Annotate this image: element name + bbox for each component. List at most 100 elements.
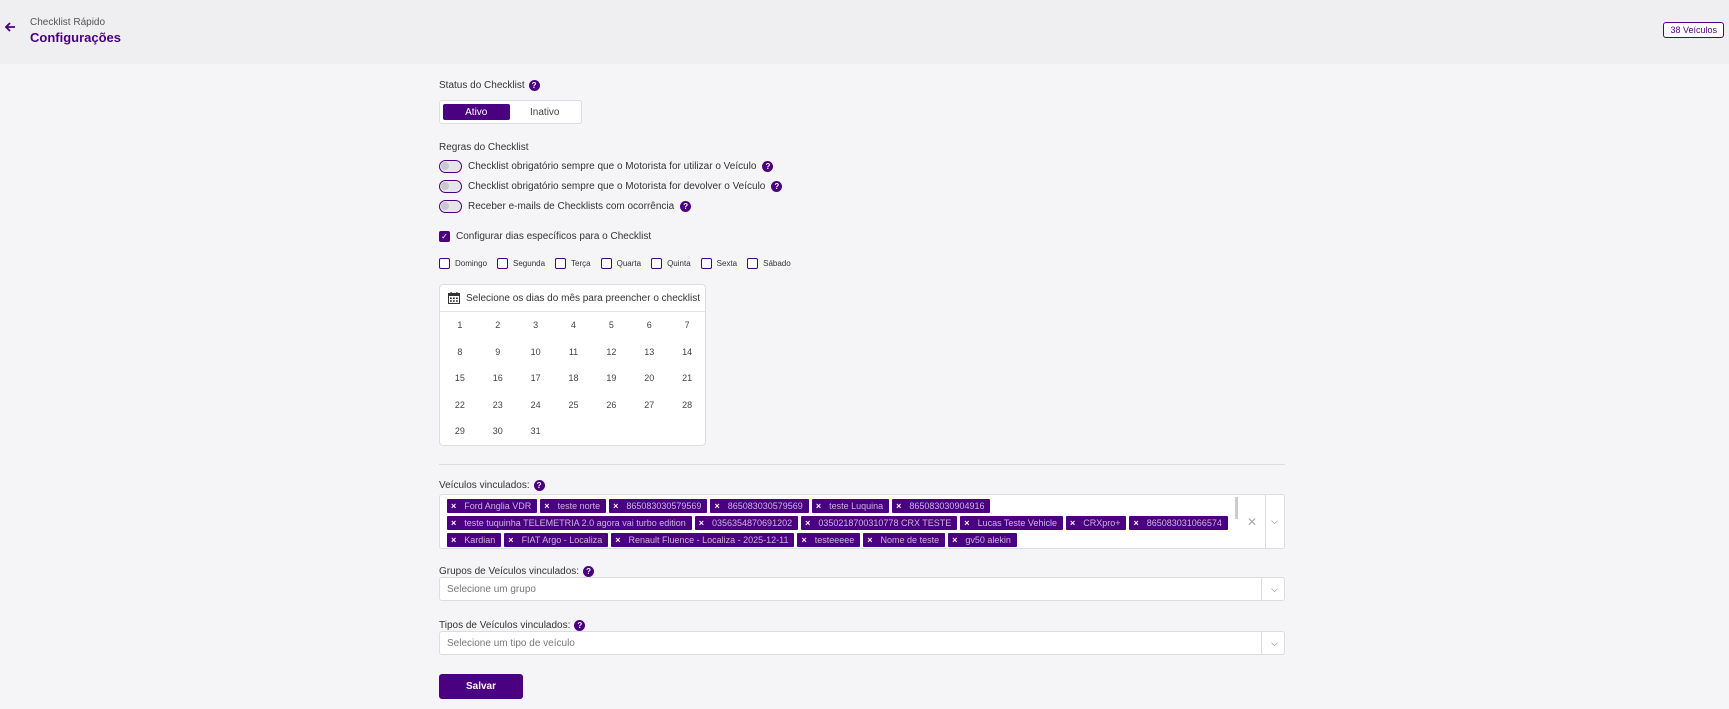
remove-chip-icon[interactable]: × <box>451 535 456 545</box>
rule-emails: Receber e-mails de Checklists com ocorrê… <box>439 200 692 213</box>
back-arrow-icon[interactable] <box>3 20 17 34</box>
remove-chip-icon[interactable]: × <box>816 501 821 511</box>
calendar-day[interactable]: 23 <box>479 392 517 419</box>
types-section-label: Tipos de Veículos vinculados: ? <box>439 620 586 631</box>
chevron-down-icon[interactable]: ⌵ <box>1271 584 1278 595</box>
vehicle-chip-label: CRXpro+ <box>1083 518 1121 528</box>
help-icon[interactable]: ? <box>762 161 774 172</box>
rule-use-toggle[interactable] <box>439 160 462 173</box>
rule-emails-toggle[interactable] <box>439 200 462 213</box>
weekday-wednesday[interactable]: Quarta <box>600 258 642 269</box>
vehicle-chip: × 0356354870691202 <box>694 516 799 530</box>
weekday-checkbox[interactable] <box>700 258 712 269</box>
status-option-active[interactable]: Ativo <box>443 104 510 120</box>
weekday-checkbox[interactable] <box>651 258 663 269</box>
weekday-checkbox[interactable] <box>555 258 567 269</box>
remove-chip-icon[interactable]: × <box>1070 518 1075 528</box>
remove-chip-icon[interactable]: × <box>451 518 456 528</box>
calendar-day[interactable]: 28 <box>668 392 706 419</box>
chevron-down-icon[interactable]: ⌵ <box>1271 516 1278 527</box>
types-select[interactable]: Selecione um tipo de veículo ⌵ <box>439 631 1285 655</box>
calendar-day[interactable]: 11 <box>555 339 593 366</box>
specific-days-label: Configurar dias específicos para o Check… <box>456 231 652 242</box>
save-button[interactable]: Salvar <box>439 674 523 699</box>
help-icon[interactable]: ? <box>528 80 540 91</box>
weekday-checkbox[interactable] <box>439 258 450 269</box>
remove-chip-icon[interactable]: × <box>952 535 957 545</box>
rule-return-vehicle: Checklist obrigatório sempre que o Motor… <box>439 180 783 193</box>
calendar-day[interactable]: 20 <box>630 365 668 392</box>
calendar-day-grid: 1 2 3 4 5 6 7 8 9 10 11 12 13 14 15 16 17 18 19 20 21 22 23 24 2… <box>440 312 707 445</box>
calendar-day[interactable]: 31 <box>517 418 555 445</box>
calendar-day[interactable]: 16 <box>479 365 517 392</box>
help-icon[interactable]: ? <box>583 566 595 577</box>
calendar-day[interactable]: 5 <box>592 312 630 339</box>
rule-return-toggle[interactable] <box>439 180 462 193</box>
calendar-day[interactable]: 12 <box>592 339 630 366</box>
weekday-thursday[interactable]: Quinta <box>651 258 691 269</box>
help-icon[interactable]: ? <box>533 480 545 491</box>
vehicle-chip-label: Lucas Teste Vehicle <box>977 518 1057 528</box>
remove-chip-icon[interactable]: × <box>805 518 810 528</box>
weekday-friday[interactable]: Sexta <box>700 258 737 269</box>
calendar-day[interactable]: 24 <box>517 392 555 419</box>
remove-chip-icon[interactable]: × <box>508 535 513 545</box>
calendar-day[interactable]: 17 <box>517 365 555 392</box>
calendar-day[interactable]: 26 <box>592 392 630 419</box>
calendar-day[interactable]: 18 <box>555 365 593 392</box>
clear-all-icon[interactable]: ✕ <box>1247 515 1257 529</box>
calendar-day[interactable]: 4 <box>555 312 593 339</box>
calendar-day[interactable]: 21 <box>668 365 706 392</box>
calendar-day[interactable]: 19 <box>592 365 630 392</box>
vehicles-multiselect[interactable]: × Ford Anglia VDR × teste norte × 86508303057… <box>439 494 1285 549</box>
weekday-label: Quarta <box>616 259 642 268</box>
status-option-inactive[interactable]: Inativo <box>512 104 579 120</box>
calendar-day[interactable]: 27 <box>630 392 668 419</box>
help-icon[interactable]: ? <box>574 620 586 631</box>
vehicles-count-badge[interactable]: 38 Veículos <box>1663 22 1724 38</box>
groups-select[interactable]: Selecione um grupo ⌵ <box>439 577 1285 601</box>
remove-chip-icon[interactable]: × <box>613 501 618 511</box>
calendar-day[interactable]: 9 <box>479 339 517 366</box>
calendar-day[interactable]: 8 <box>441 339 479 366</box>
remove-chip-icon[interactable]: × <box>896 501 901 511</box>
weekday-monday[interactable]: Segunda <box>497 258 545 269</box>
weekday-checkbox[interactable] <box>497 258 509 269</box>
chevron-down-icon[interactable]: ⌵ <box>1271 638 1278 649</box>
weekday-sunday[interactable]: Domingo <box>439 258 487 269</box>
remove-chip-icon[interactable]: × <box>451 501 456 511</box>
remove-chip-icon[interactable]: × <box>699 518 704 528</box>
calendar-day[interactable]: 30 <box>479 418 517 445</box>
calendar-day[interactable]: 6 <box>630 312 668 339</box>
status-section-label: Status do Checklist ? <box>439 80 540 91</box>
chips-scrollbar[interactable] <box>1235 497 1238 519</box>
calendar-day[interactable]: 14 <box>668 339 706 366</box>
rules-label: Regras do Checklist <box>439 142 529 153</box>
remove-chip-icon[interactable]: × <box>1133 518 1138 528</box>
calendar-day[interactable]: 10 <box>517 339 555 366</box>
calendar-day[interactable]: 22 <box>441 392 479 419</box>
remove-chip-icon[interactable]: × <box>867 535 872 545</box>
remove-chip-icon[interactable]: × <box>615 535 620 545</box>
remove-chip-icon[interactable]: × <box>801 535 806 545</box>
calendar-day[interactable]: 1 <box>441 312 479 339</box>
calendar-day[interactable]: 7 <box>668 312 706 339</box>
vehicle-chip: × Nome de teste <box>863 533 946 547</box>
calendar-day[interactable]: 3 <box>517 312 555 339</box>
help-icon[interactable]: ? <box>771 181 783 192</box>
weekday-checkbox[interactable] <box>747 258 759 269</box>
remove-chip-icon[interactable]: × <box>714 501 719 511</box>
calendar-day[interactable]: 13 <box>630 339 668 366</box>
calendar-day[interactable]: 29 <box>441 418 479 445</box>
weekday-tuesday[interactable]: Terça <box>555 258 591 269</box>
remove-chip-icon[interactable]: × <box>964 518 969 528</box>
specific-days-checkbox[interactable]: ✓ <box>439 231 450 242</box>
remove-chip-icon[interactable]: × <box>544 501 549 511</box>
weekday-checkbox[interactable] <box>600 258 612 269</box>
calendar-day[interactable]: 25 <box>555 392 593 419</box>
calendar-day[interactable]: 2 <box>479 312 517 339</box>
help-icon[interactable]: ? <box>680 201 692 212</box>
breadcrumb[interactable]: Checklist Rápido <box>30 17 105 28</box>
calendar-day[interactable]: 15 <box>441 365 479 392</box>
weekday-saturday[interactable]: Sábado <box>747 258 791 269</box>
